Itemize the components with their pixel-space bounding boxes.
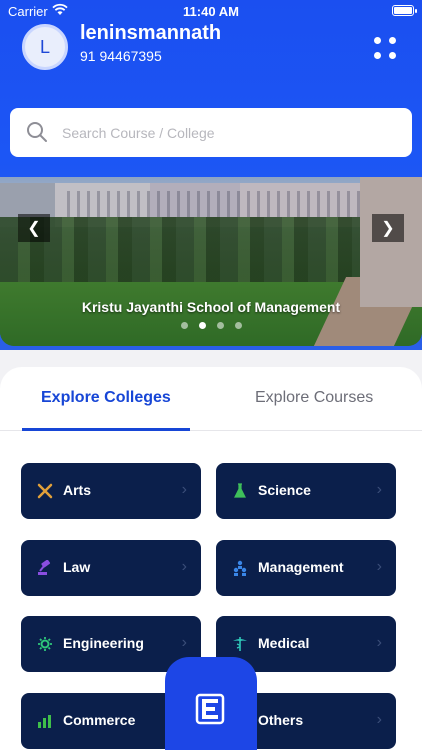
carousel-dot[interactable] <box>180 322 188 329</box>
app-logo-icon <box>195 693 225 725</box>
category-card-arts[interactable]: Arts › <box>21 463 201 519</box>
bar-chart-icon <box>37 713 53 729</box>
carousel-dots[interactable] <box>0 322 422 329</box>
search-icon <box>27 122 47 142</box>
status-bar: Carrier 11:40 AM <box>0 0 422 22</box>
chevron-left-icon: ❮ <box>27 220 41 237</box>
explore-tabs: Explore Colleges Explore Courses <box>0 367 422 431</box>
chevron-right-icon: › <box>376 557 382 575</box>
category-label: Science <box>258 482 311 498</box>
battery-icon <box>392 5 417 16</box>
banner-carousel[interactable]: ❮ ❯ Kristu Jayanthi School of Management <box>0 177 422 346</box>
chevron-right-icon: › <box>376 634 382 651</box>
arts-icon <box>37 483 53 499</box>
category-card-management[interactable]: Management › <box>216 539 396 596</box>
caduceus-icon <box>232 636 248 652</box>
chevron-right-icon: › <box>181 481 187 498</box>
chevron-right-icon: ❯ <box>381 220 395 237</box>
user-phone: 91 94467395 <box>80 48 162 64</box>
flask-icon <box>232 483 248 499</box>
gear-icon <box>37 636 53 652</box>
carousel-prev-button[interactable]: ❮ <box>18 214 50 242</box>
people-icon <box>232 560 248 576</box>
category-label: Others <box>258 711 304 728</box>
chevron-right-icon: › <box>376 481 382 498</box>
search-input[interactable] <box>62 108 402 157</box>
banner-caption: Kristu Jayanthi School of Management <box>81 299 341 315</box>
category-label: Law <box>63 558 91 575</box>
tab-explore-courses[interactable]: Explore Courses <box>255 389 373 407</box>
carousel-dot[interactable] <box>234 322 242 329</box>
category-label: Engineering <box>63 635 144 651</box>
chevron-right-icon: › <box>376 710 382 728</box>
category-label: Medical <box>258 635 310 651</box>
category-card-law[interactable]: Law › <box>21 539 201 596</box>
tab-explore-colleges[interactable]: Explore Colleges <box>41 389 171 407</box>
carousel-dot[interactable] <box>216 322 224 329</box>
gavel-icon <box>37 559 53 576</box>
chevron-right-icon: › <box>181 634 187 651</box>
active-tab-indicator <box>22 428 190 431</box>
carousel-next-button[interactable]: ❯ <box>372 214 404 242</box>
app-home-button[interactable] <box>165 657 257 750</box>
carousel-dot[interactable] <box>198 322 206 329</box>
category-card-science[interactable]: Science › <box>216 463 396 519</box>
user-name: leninsmannath <box>80 22 222 44</box>
category-label: Commerce <box>63 711 136 728</box>
grid-menu-icon[interactable] <box>374 37 396 59</box>
category-label: Management <box>258 558 344 575</box>
category-label: Arts <box>63 482 92 498</box>
chevron-right-icon: › <box>181 557 187 575</box>
search-bar[interactable] <box>10 108 412 157</box>
status-time: 11:40 AM <box>183 4 239 19</box>
avatar-initial: L <box>39 36 50 57</box>
avatar[interactable]: L <box>22 24 68 70</box>
